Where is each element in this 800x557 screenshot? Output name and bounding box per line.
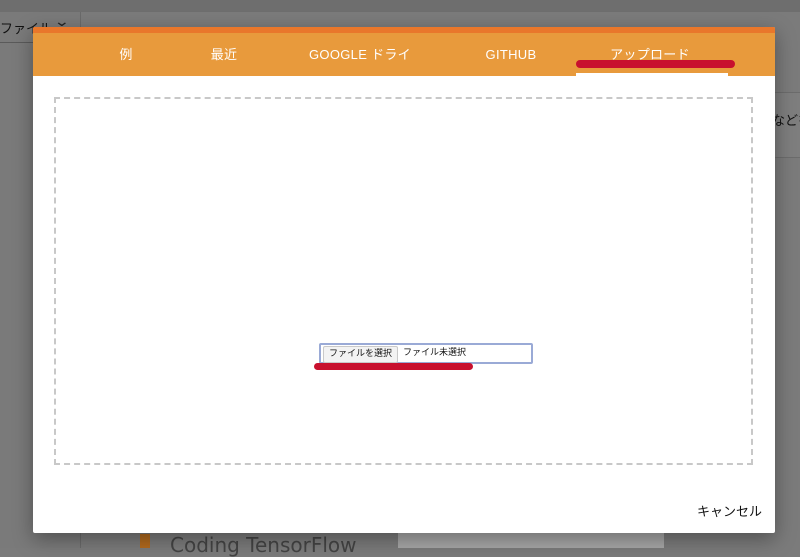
selected-tab-indicator <box>576 73 728 76</box>
tab-github[interactable]: GITHUB <box>481 33 541 76</box>
background-thumbnail <box>398 532 664 548</box>
tab-recent[interactable]: 最近 <box>199 33 249 76</box>
red-annotation-mark-file-input <box>314 363 473 370</box>
background-topbar <box>0 0 800 12</box>
no-file-selected-text: ファイル未選択 <box>403 348 467 358</box>
tab-google-drive[interactable]: GOOGLE ドライブ <box>305 33 415 105</box>
open-notebook-dialog: 例 最近 GOOGLE ドライブ GITHUB アップロード ファイルを選択 フ… <box>33 27 775 533</box>
file-input[interactable]: ファイルを選択 ファイル未選択 <box>319 343 533 364</box>
red-annotation-mark-upload-tab <box>576 60 735 68</box>
tab-upload[interactable]: アップロード <box>599 33 701 76</box>
background-card-text: などを <box>772 114 800 129</box>
choose-file-button[interactable]: ファイルを選択 <box>323 346 399 363</box>
tab-examples[interactable]: 例 <box>103 33 149 76</box>
upload-dropzone[interactable]: ファイルを選択 ファイル未選択 <box>54 97 753 465</box>
background-bottom-title: Coding TensorFlow <box>170 533 357 557</box>
tensorflow-logo-icon <box>140 534 150 548</box>
cancel-button[interactable]: キャンセル <box>697 501 762 520</box>
dialog-tab-bar: 例 最近 GOOGLE ドライブ GITHUB アップロード <box>33 27 775 105</box>
